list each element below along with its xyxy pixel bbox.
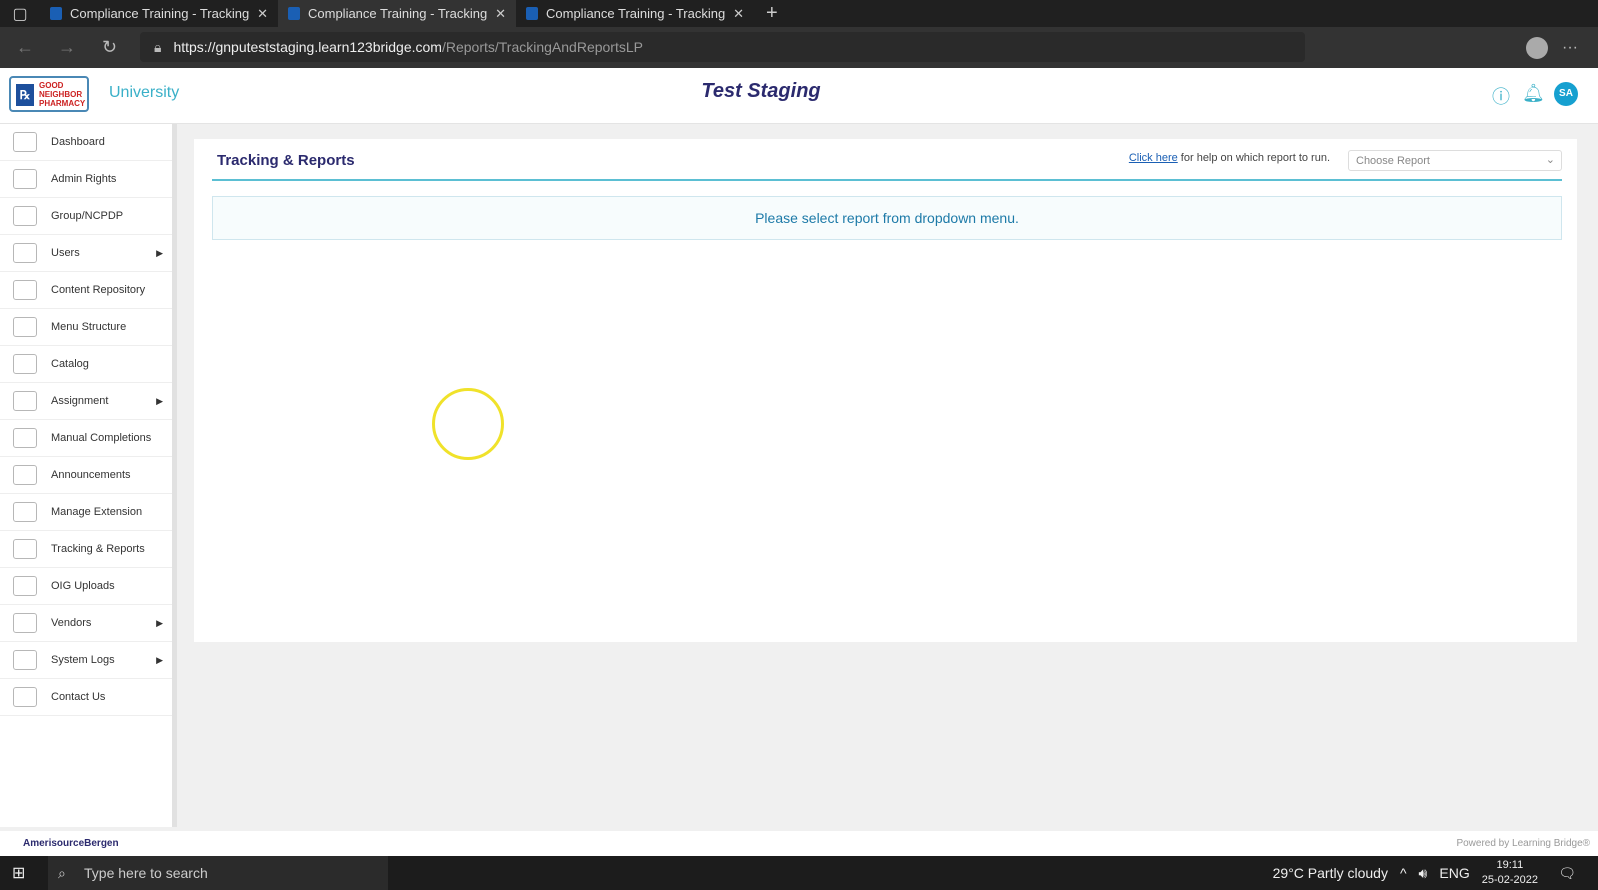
arrow-right-icon: ▶	[156, 395, 163, 406]
weather[interactable]: 29°C Partly cloudy	[1273, 865, 1388, 881]
sidebar-item[interactable]: Group/NCPDP	[0, 198, 172, 235]
close-tab-icon[interactable]: ✕	[495, 6, 506, 22]
bell-icon[interactable]: 🔔︎	[1522, 83, 1545, 105]
cursor-highlight	[432, 388, 504, 460]
choose-report-dropdown[interactable]: Choose Report ⌄	[1348, 150, 1562, 171]
language[interactable]: ENG	[1439, 865, 1469, 881]
browser-tab-active[interactable]: Compliance Training - Tracking & ✕	[278, 0, 516, 27]
back-icon[interactable]: ←	[16, 37, 34, 58]
favicon-icon	[50, 7, 62, 20]
windows-start-icon[interactable]: ⊞	[12, 863, 25, 883]
menu-icon	[13, 613, 37, 633]
sidebar-item[interactable]: Contact Us	[0, 679, 172, 716]
refresh-icon[interactable]: ↻	[102, 37, 117, 58]
menu-icon	[13, 650, 37, 670]
menu-icon	[13, 354, 37, 374]
sidebar-item[interactable]: Catalog	[0, 346, 172, 383]
browser-tab[interactable]: Compliance Training - Tracking & ✕	[516, 0, 754, 27]
favicon-icon	[526, 7, 538, 20]
menu-icon	[13, 391, 37, 411]
arrow-right-icon: ▶	[156, 247, 163, 258]
sidebar-item[interactable]: System Logs ▶	[0, 642, 172, 679]
help-text: Click here for help on which report to r…	[1128, 152, 1330, 164]
sidebar-item[interactable]: Users ▶	[0, 235, 172, 272]
sidebar-item[interactable]: OIG Uploads	[0, 568, 172, 605]
menu-icon	[13, 502, 37, 522]
sidebar-item[interactable]: Admin Rights	[0, 161, 172, 198]
notifications-icon[interactable]: 🗨︎	[1558, 865, 1576, 882]
tray-chevron-icon[interactable]: ^	[1400, 865, 1407, 881]
page-title: Test Staging	[701, 80, 821, 102]
menu-icon	[13, 539, 37, 559]
more-icon[interactable]: ···	[1562, 39, 1578, 57]
sidebar-item[interactable]: Assignment ▶	[0, 383, 172, 420]
clock[interactable]: 19:11 25-02-2022	[1482, 858, 1538, 888]
arrow-right-icon: ▶	[156, 654, 163, 665]
sidebar: Dashboard Admin Rights Group/NCPDP Users ▶ Co…	[0, 124, 177, 827]
menu-icon	[13, 428, 37, 448]
sidebar-item[interactable]: Content Repository	[0, 272, 172, 309]
close-tab-icon[interactable]: ✕	[733, 6, 744, 22]
help-link[interactable]: Click here	[1129, 152, 1178, 164]
menu-icon	[13, 280, 37, 300]
address-bar-row: ← → ↻ 🔒︎ https://gnputeststaging.learn12…	[0, 27, 1598, 68]
menu-icon	[13, 206, 37, 226]
sidebar-item[interactable]: Vendors ▶	[0, 605, 172, 642]
browser-tab-bar: ▢ Compliance Training - Tracking & ✕ Comp…	[0, 0, 1598, 27]
forward-icon[interactable]: →	[58, 37, 76, 58]
sidebar-item[interactable]: Manual Completions	[0, 420, 172, 457]
chevron-down-icon: ⌄	[1545, 154, 1555, 166]
menu-icon	[13, 132, 37, 152]
menu-icon	[13, 576, 37, 596]
menu-icon	[13, 317, 37, 337]
browser-tab[interactable]: Compliance Training - Tracking & ✕	[40, 0, 278, 27]
volume-icon[interactable]: 🔊︎	[1419, 865, 1428, 882]
taskbar: ⊞ ⌕ Type here to search 29°C Partly cloud…	[0, 856, 1598, 890]
tab-actions-icon[interactable]: ▢	[0, 4, 40, 24]
sidebar-item[interactable]: Manage Extension	[0, 494, 172, 531]
sidebar-item[interactable]: Menu Structure	[0, 309, 172, 346]
menu-icon	[13, 465, 37, 485]
app-header: ℞ GOOD NEIGHBOR PHARMACY University Test St…	[0, 68, 1598, 124]
address-bar[interactable]: 🔒︎ https://gnputeststaging.learn123bridg…	[140, 32, 1305, 62]
main-panel: Tracking & Reports Click here for help o…	[194, 139, 1577, 642]
profile-icon[interactable]	[1526, 36, 1548, 59]
footer: AmerisourceBergen Powered by Learning Br…	[0, 831, 1598, 856]
arrow-right-icon: ▶	[156, 617, 163, 628]
sidebar-item[interactable]: Dashboard	[0, 124, 172, 161]
favicon-icon	[288, 7, 300, 20]
sidebar-item[interactable]: Announcements	[0, 457, 172, 494]
close-tab-icon[interactable]: ✕	[257, 6, 268, 22]
new-tab-icon[interactable]: +	[754, 2, 778, 25]
lock-icon: 🔒︎	[154, 38, 162, 55]
avatar[interactable]: SA	[1554, 82, 1578, 106]
info-message: Please select report from dropdown menu.	[212, 196, 1562, 240]
section-heading: Tracking & Reports	[217, 152, 355, 169]
menu-icon	[13, 243, 37, 263]
search-icon: ⌕	[58, 864, 66, 881]
menu-icon	[13, 687, 37, 707]
menu-icon	[13, 169, 37, 189]
sidebar-item[interactable]: Tracking & Reports	[0, 531, 172, 568]
taskbar-search[interactable]: ⌕ Type here to search	[48, 856, 388, 890]
help-icon[interactable]: ⓘ	[1490, 83, 1512, 107]
